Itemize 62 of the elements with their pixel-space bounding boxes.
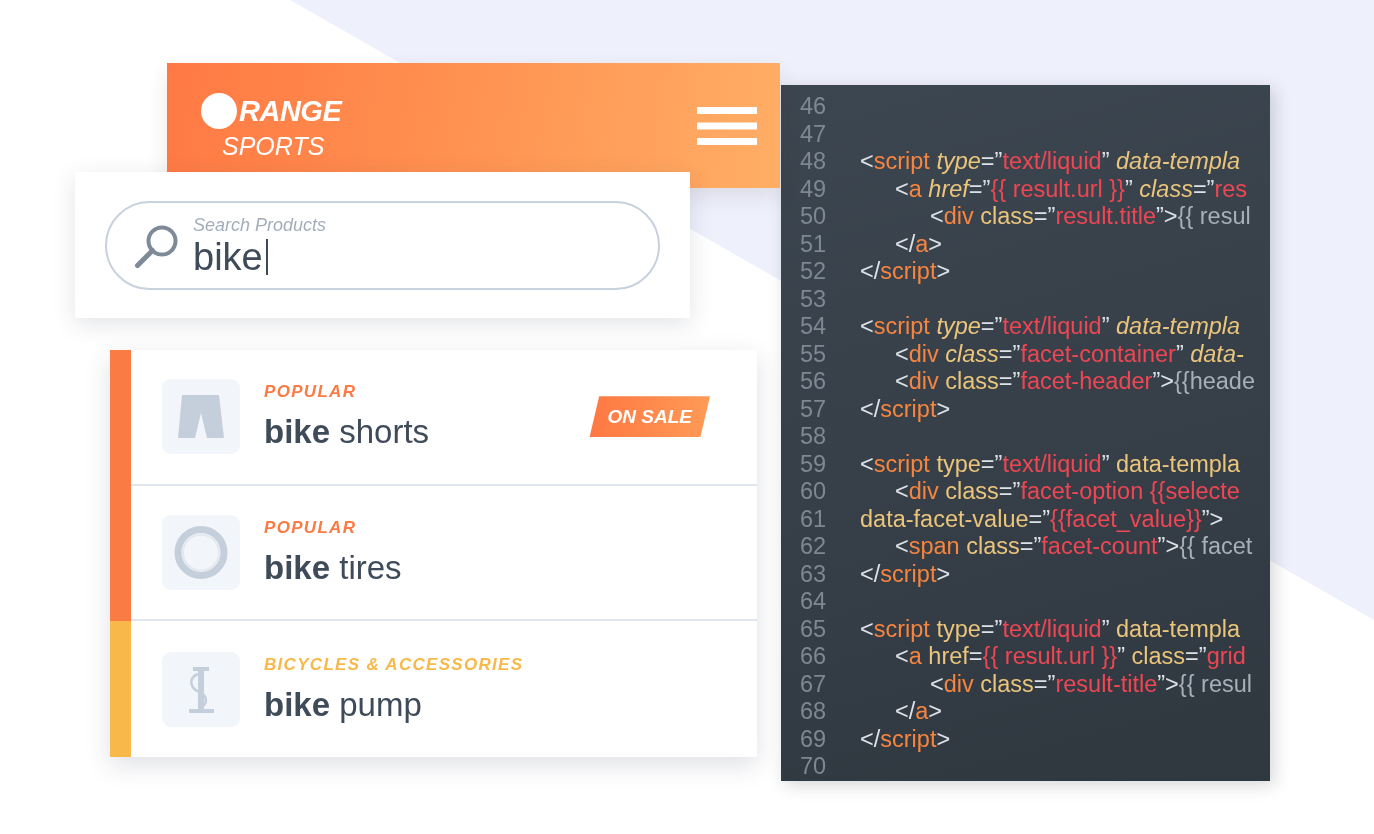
line-number: 67 [800, 670, 827, 697]
code-line: </a> [895, 698, 943, 726]
code-line: <script type=”text/liquid” data-templa [860, 450, 1241, 478]
line-number: 66 [800, 643, 827, 669]
search-field[interactable]: Search Products bike [105, 201, 660, 290]
line-number: 46 [800, 93, 827, 119]
line-number: 64 [800, 588, 827, 614]
line-number: 52 [800, 258, 827, 284]
brand-name: RANGE [239, 95, 342, 126]
code-line: <script type=”text/liquid” data-templa [860, 148, 1241, 176]
line-number: 60 [800, 478, 827, 504]
code-line: <a href={{ result.url }}” class=”grid [895, 643, 1246, 671]
shorts-icon [162, 379, 240, 455]
result-category: POPULAR [264, 382, 357, 403]
code-line: data-facet-value=”{{facet_value}}”> [860, 505, 1224, 533]
code-line: <div class=”facet-option {{selecte [895, 478, 1240, 506]
code-line: </script> [860, 560, 951, 588]
result-title: bike pump [264, 685, 422, 724]
line-number: 57 [800, 395, 827, 422]
line-number: 70 [800, 753, 827, 779]
pump-icon [162, 651, 240, 727]
line-number: 49 [800, 175, 827, 202]
code-line: </a> [895, 230, 943, 258]
code-line: <a href=”{{ result.url }}” class=”res [895, 175, 1248, 203]
result-item[interactable]: BICYCLES & ACCESSORIES bike pump [110, 621, 757, 757]
code-line: </script> [860, 725, 951, 753]
code-line: <div class=”result-title”>{{ resul [930, 670, 1253, 698]
result-title: bike tires [264, 549, 402, 587]
code-line: <div class=”facet-header”>{{heade [895, 368, 1255, 396]
line-number: 50 [800, 203, 827, 229]
line-number: 58 [800, 423, 827, 449]
brand-subtitle: SPORTS [222, 132, 325, 159]
result-item[interactable]: POPULAR bike shorts ON SALE [110, 350, 757, 486]
result-item[interactable]: POPULAR bike tires [110, 485, 757, 622]
line-number: 69 [800, 725, 827, 752]
logo-dot-icon [201, 92, 237, 129]
tire-icon [162, 515, 240, 590]
line-number: 61 [800, 505, 827, 532]
line-number: 55 [800, 340, 827, 367]
line-number: 65 [800, 615, 827, 642]
line-number: 56 [800, 368, 827, 394]
code-line: <span class=”facet-count”>{{ facet [895, 533, 1253, 561]
code-line: </script> [860, 258, 951, 286]
code-line: <script type=”text/liquid” data-templa [860, 615, 1241, 643]
line-number: 47 [800, 120, 827, 147]
line-number: 59 [800, 450, 827, 477]
result-category: BICYCLES & ACCESSORIES [264, 654, 524, 675]
line-number: 63 [800, 560, 827, 587]
code-line: <div class=”result.title”>{{ resul [930, 203, 1251, 231]
line-number: 62 [800, 533, 827, 559]
code-line: <script type=”text/liquid” data-templa [860, 313, 1241, 341]
sale-badge: ON SALE [589, 396, 710, 438]
line-number: 54 [800, 313, 827, 339]
result-title: bike shorts [264, 413, 430, 452]
line-number: 51 [800, 230, 827, 257]
line-number: 48 [800, 148, 827, 174]
result-category: POPULAR [264, 518, 357, 538]
line-number: 53 [800, 285, 827, 312]
menu-icon[interactable] [697, 106, 757, 145]
code-line: </script> [860, 395, 951, 423]
code-line: <div class=”facet-container” data- [895, 340, 1244, 368]
line-number: 68 [800, 698, 827, 724]
